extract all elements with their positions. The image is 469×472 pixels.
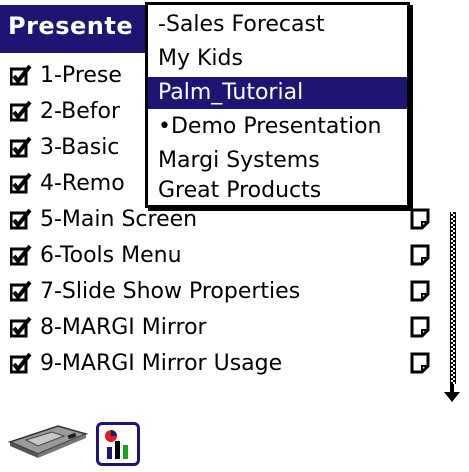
presentation-chart-icon[interactable] [96, 422, 140, 466]
note-icon[interactable] [410, 244, 430, 266]
checkbox-checked-icon[interactable] [10, 136, 32, 158]
slide-row[interactable]: 9-MARGI Mirror Usage [0, 346, 440, 382]
checkbox-checked-icon[interactable] [10, 280, 32, 302]
slide-label: 7-Slide Show Properties [40, 279, 301, 304]
slide-label: 4-Remo [40, 171, 125, 196]
slide-label: 2-Befor [40, 99, 121, 124]
scroll-track[interactable] [450, 212, 456, 384]
scrollbar[interactable] [444, 212, 460, 402]
menu-item[interactable]: My Kids [148, 43, 407, 75]
menu-item[interactable]: •Demo Presentation [148, 111, 407, 143]
note-icon[interactable] [410, 280, 430, 302]
slide-label: 8-MARGI Mirror [40, 315, 207, 340]
note-icon[interactable] [410, 316, 430, 338]
checkbox-checked-icon[interactable] [10, 352, 32, 374]
app-title: Presente [8, 12, 134, 40]
menu-item-selected[interactable]: Palm_Tutorial [148, 77, 407, 109]
slide-label: 9-MARGI Mirror Usage [40, 351, 283, 376]
menu-item[interactable]: Great Products [148, 175, 407, 207]
checkbox-checked-icon[interactable] [10, 208, 32, 230]
slide-label: 6-Tools Menu [40, 243, 182, 268]
slide-row[interactable]: 8-MARGI Mirror [0, 310, 440, 346]
note-icon[interactable] [410, 352, 430, 374]
menu-item[interactable]: -Sales Forecast [148, 9, 407, 41]
slide-row[interactable]: 6-Tools Menu [0, 238, 440, 274]
slide-label: 3-Basic [40, 135, 120, 160]
slide-row[interactable]: 7-Slide Show Properties [0, 274, 440, 310]
bottom-icon-bar [0, 412, 469, 472]
app-title-bar[interactable]: Presente [0, 5, 148, 53]
presentation-dropdown-menu[interactable]: -Sales Forecast My Kids Palm_Tutorial •D… [145, 2, 410, 208]
checkbox-checked-icon[interactable] [10, 316, 32, 338]
checkbox-checked-icon[interactable] [10, 64, 32, 86]
scroll-down-arrow-icon[interactable] [444, 384, 460, 402]
margi-device-icon[interactable] [8, 420, 88, 460]
menu-item[interactable]: Margi Systems [148, 145, 407, 177]
slide-label: 1-Prese [40, 63, 122, 88]
checkbox-checked-icon[interactable] [10, 172, 32, 194]
note-icon[interactable] [410, 208, 430, 230]
checkbox-checked-icon[interactable] [10, 100, 32, 122]
checkbox-checked-icon[interactable] [10, 244, 32, 266]
